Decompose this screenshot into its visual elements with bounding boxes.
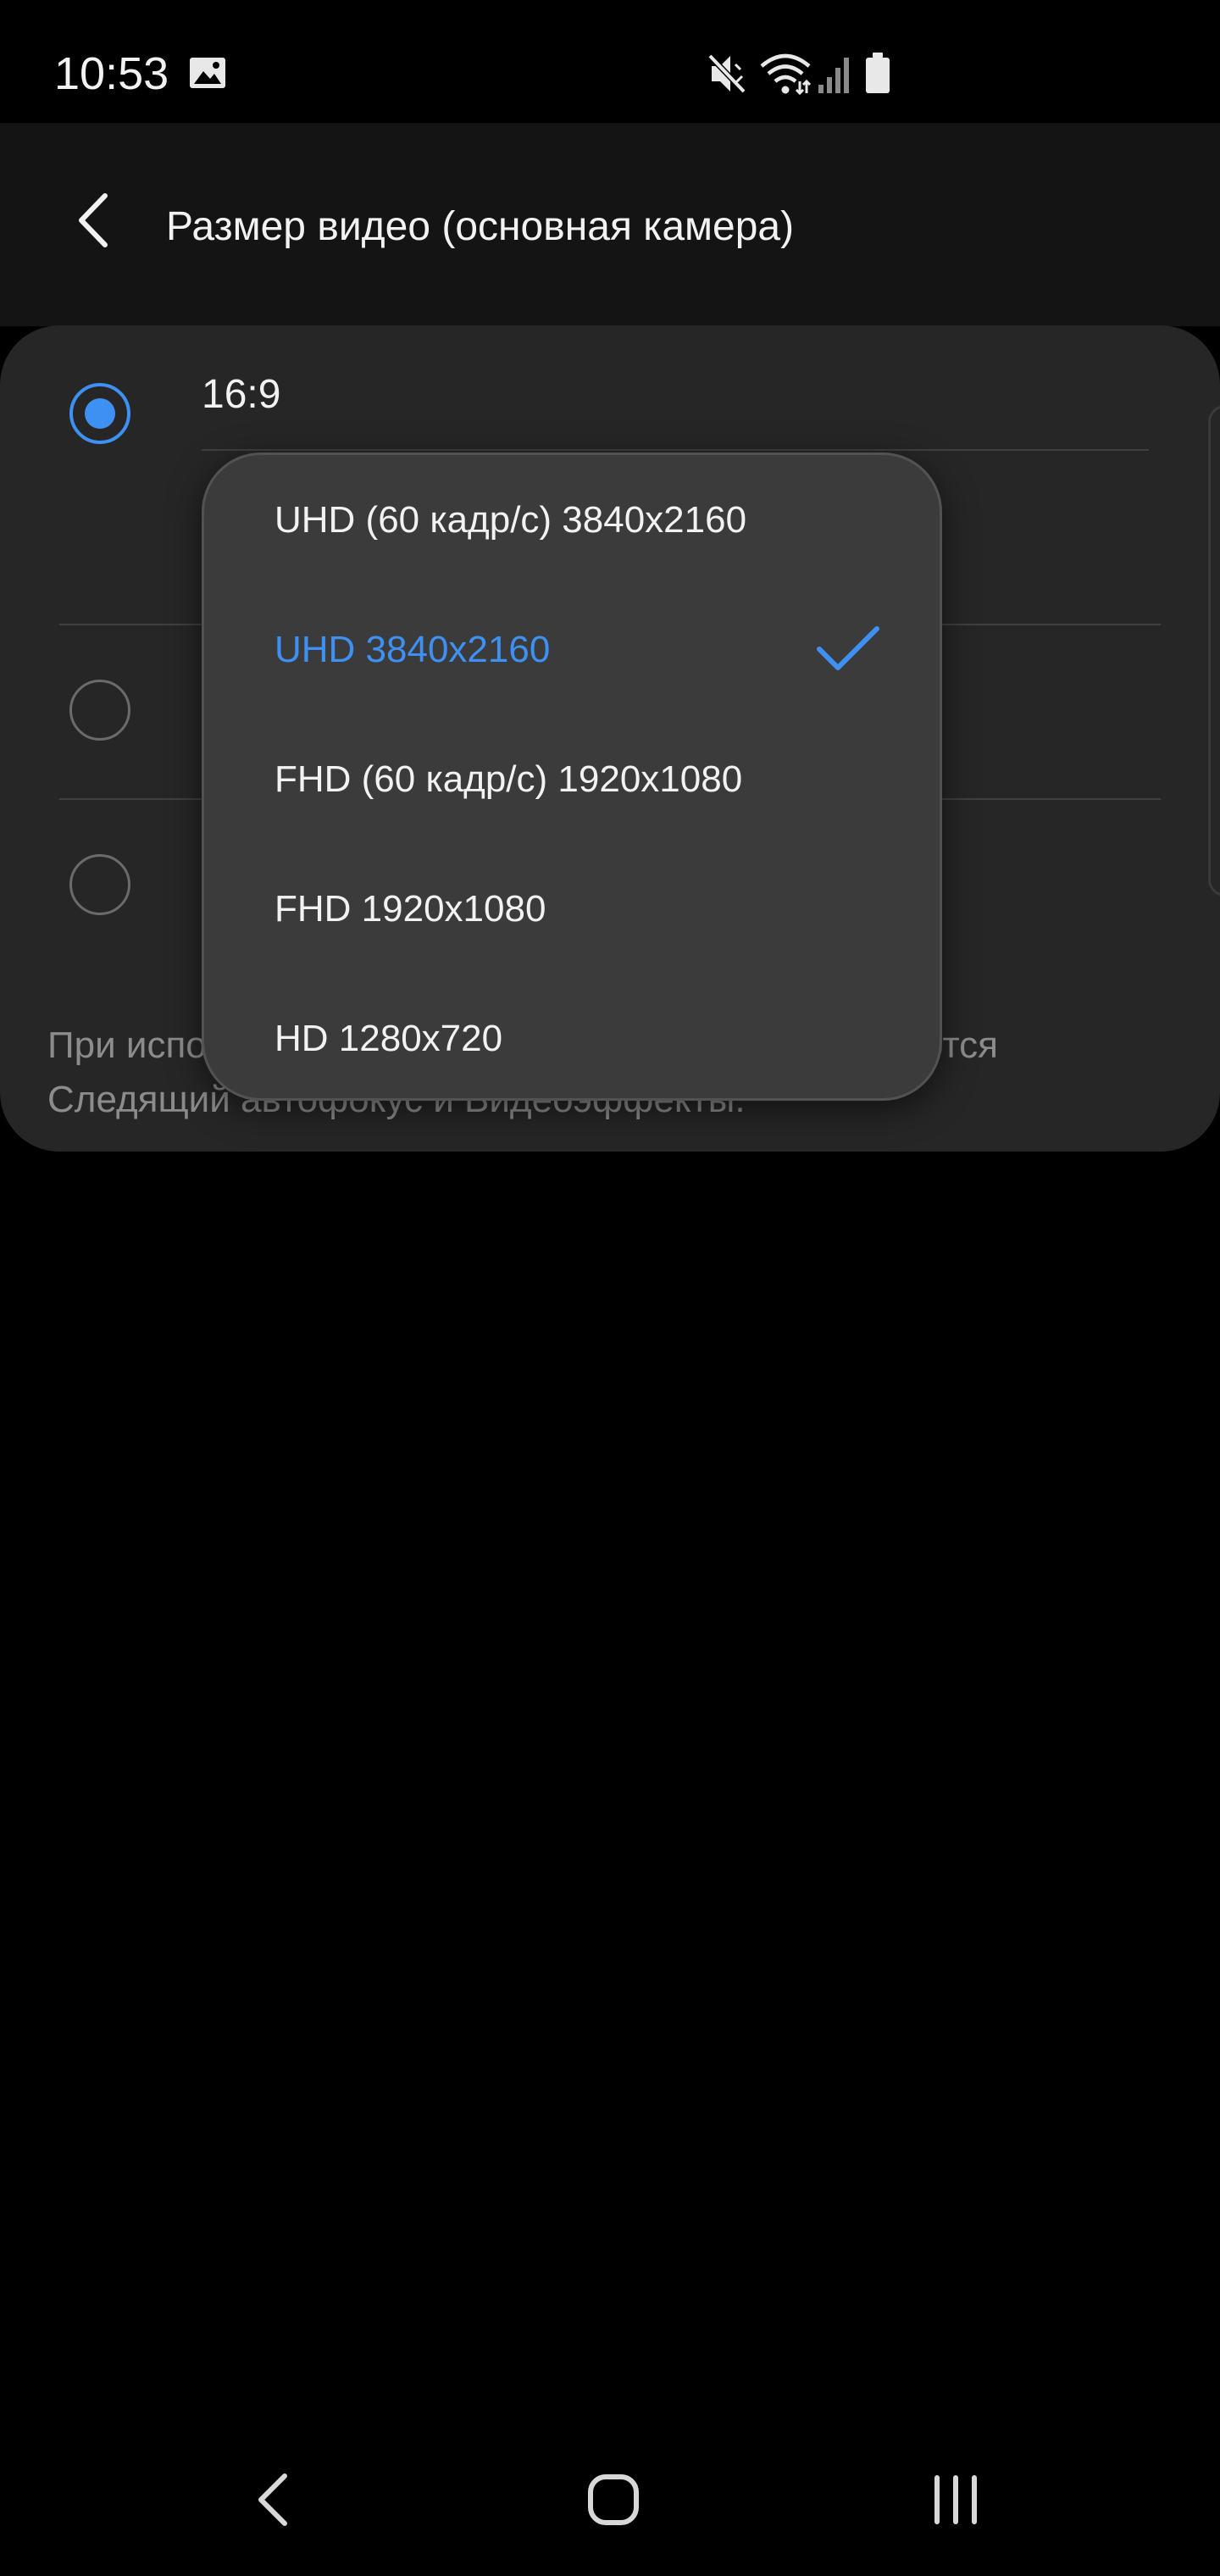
check-icon bbox=[817, 626, 879, 670]
dropdown-item-label: UHD (60 кадр/с) 3840x2160 bbox=[274, 499, 747, 541]
nav-recents-button[interactable] bbox=[913, 2457, 998, 2542]
dropdown-item-label: FHD (60 кадр/с) 1920x1080 bbox=[274, 758, 743, 800]
radio-option-2[interactable] bbox=[69, 680, 130, 741]
scrollbar[interactable] bbox=[1208, 405, 1220, 897]
resolution-dropdown: UHD (60 кадр/с) 3840x2160 UHD 3840x2160 … bbox=[202, 452, 942, 1101]
option-label-16-9: 16:9 bbox=[202, 372, 281, 417]
back-button[interactable] bbox=[58, 174, 134, 267]
nav-back-button[interactable] bbox=[232, 2457, 317, 2542]
dropdown-item-fhd[interactable]: FHD 1920x1080 bbox=[204, 844, 940, 974]
recents-icon bbox=[934, 2475, 977, 2524]
home-icon bbox=[588, 2474, 639, 2525]
battery-icon bbox=[866, 53, 890, 93]
signal-icon bbox=[818, 58, 849, 93]
gallery-icon bbox=[190, 58, 225, 88]
app-bar: Размер видео (основная камера) bbox=[0, 123, 1220, 326]
radio-option-3[interactable] bbox=[69, 854, 130, 915]
page-title: Размер видео (основная камера) bbox=[166, 204, 795, 249]
dropdown-item-label: FHD 1920x1080 bbox=[274, 888, 546, 930]
dropdown-item-hd[interactable]: HD 1280x720 bbox=[204, 974, 940, 1098]
dropdown-item-fhd-60[interactable]: FHD (60 кадр/с) 1920x1080 bbox=[204, 714, 940, 844]
navigation-bar bbox=[0, 2423, 1220, 2576]
chevron-left-icon bbox=[79, 193, 108, 247]
dropdown-item-uhd[interactable]: UHD 3840x2160 bbox=[204, 585, 940, 714]
back-icon bbox=[258, 2473, 287, 2526]
mute-icon bbox=[707, 53, 746, 94]
radio-16-9[interactable] bbox=[69, 383, 130, 444]
status-bar: 10:53 bbox=[0, 0, 1220, 123]
wifi-icon bbox=[760, 53, 812, 96]
status-time: 10:53 bbox=[54, 48, 169, 99]
nav-home-button[interactable] bbox=[571, 2457, 656, 2542]
divider bbox=[202, 449, 1149, 451]
dropdown-item-label: HD 1280x720 bbox=[274, 1018, 503, 1059]
dropdown-item-label: UHD 3840x2160 bbox=[274, 629, 551, 670]
dropdown-item-uhd-60[interactable]: UHD (60 кадр/с) 3840x2160 bbox=[204, 455, 940, 585]
